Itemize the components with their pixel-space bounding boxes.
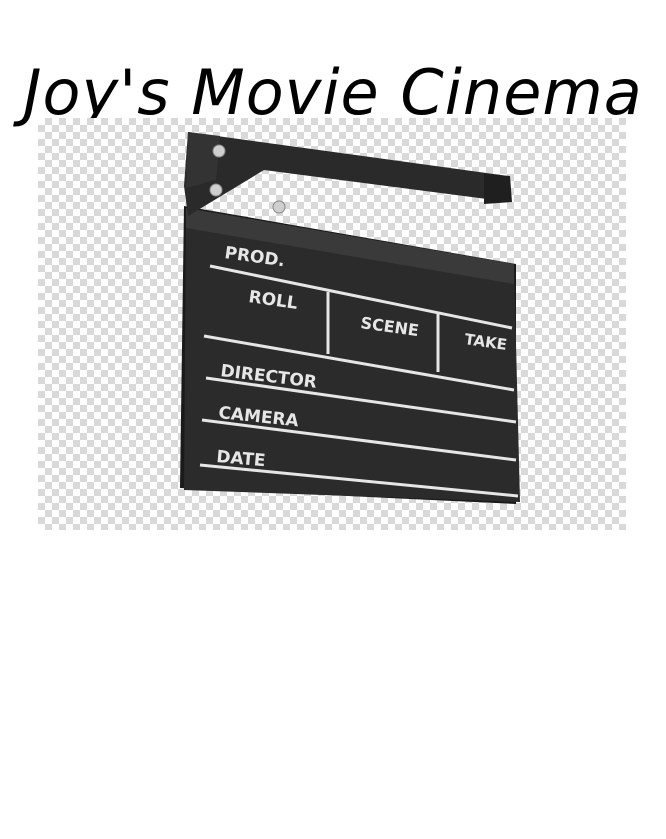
clapperboard-image: PROD. ROLL SCENE TAKE DIRECTOR CAMERA DA…: [38, 118, 626, 530]
clapper-tip: [484, 174, 512, 204]
label-date: DATE: [216, 447, 267, 471]
clapperboard-icon: PROD. ROLL SCENE TAKE DIRECTOR CAMERA DA…: [180, 132, 520, 504]
screw-icon: [212, 144, 226, 158]
screw-icon: [272, 200, 286, 214]
clapper-stick: [184, 132, 510, 216]
clapper-hinge: [186, 132, 220, 188]
screw-icon: [209, 183, 223, 197]
